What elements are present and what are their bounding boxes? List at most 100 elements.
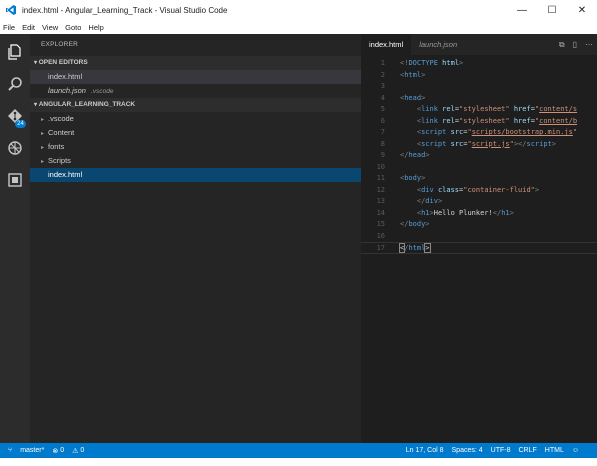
code-token: div <box>421 185 434 194</box>
cursor-position[interactable]: Ln 17, Col 8 <box>406 447 444 454</box>
line-ending[interactable]: CRLF <box>519 447 537 454</box>
project-folder-label: ANGULAR_LEARNING_TRACK <box>38 101 136 108</box>
chevron-right-icon: ▸ <box>41 117 45 123</box>
line-number: 9 <box>380 151 385 159</box>
code-line[interactable]: 5 <link rel="stylesheet" href="content/s <box>361 104 597 116</box>
line-number: 1 <box>380 59 385 67</box>
line-text: <head> <box>385 93 425 105</box>
git-branch[interactable]: master* <box>20 447 44 454</box>
open-editors-header[interactable]: ▾ OPEN EDITORS <box>30 56 361 70</box>
editor-tabs: index.html launch.json ⧉ ▯ ⋯ <box>361 34 597 55</box>
code-token: content/s <box>539 105 578 113</box>
tab-index-html[interactable]: index.html <box>361 34 412 55</box>
explorer-sidebar: EXPLORER ▾ OPEN EDITORS index.html launc… <box>30 34 361 443</box>
tree-file-index[interactable]: index.html <box>30 168 361 182</box>
chevron-right-icon: ▸ <box>41 131 45 137</box>
code-token: script <box>421 128 447 136</box>
indentation[interactable]: Spaces: 4 <box>452 447 483 454</box>
tree-folder-content[interactable]: ▸ Content <box>30 126 361 140</box>
split-editor-icon[interactable]: ⧉ <box>559 40 565 50</box>
status-bar: ⑂ master* ⊗ 0 ⚠ 0 Ln 17, Col 8 Spaces: 4… <box>0 443 597 458</box>
code-line[interactable]: 14 <h1>Hello Plunker!</h1> <box>361 208 597 220</box>
code-line[interactable]: 11 <body> <box>361 173 597 185</box>
language-mode[interactable]: HTML <box>545 447 564 454</box>
open-editor-item[interactable]: launch.json .vscode <box>30 84 361 98</box>
tree-item-label: .vscode <box>48 114 74 123</box>
code-line[interactable]: 6 <link rel="stylesheet" href="content/b <box>361 116 597 128</box>
code-line[interactable]: 9 </head> <box>361 150 597 162</box>
code-line[interactable]: 12 <div class="container-fluid"> <box>361 185 597 197</box>
code-line[interactable]: 13 </div> <box>361 196 597 208</box>
git-changes-badge: 24 <box>15 120 26 128</box>
tree-folder-vscode[interactable]: ▸ .vscode <box>30 112 361 126</box>
tree-folder-fonts[interactable]: ▸ fonts <box>30 140 361 154</box>
smiley-icon[interactable]: ☺ <box>572 447 579 454</box>
line-text <box>385 162 400 174</box>
code-line[interactable]: 16 <box>361 231 597 243</box>
line-text: <link rel="stylesheet" href="content/s <box>385 104 577 116</box>
code-token: h1 <box>501 208 510 217</box>
code-line[interactable]: 7 <script src="scripts/bootstrap.min.js" <box>361 127 597 139</box>
code-token: > <box>425 151 430 159</box>
code-line[interactable]: 8 <script src="script.js"></script> <box>361 139 597 151</box>
tab-launch-json[interactable]: launch.json <box>411 34 465 55</box>
git-activity[interactable]: 24 <box>0 100 30 132</box>
menu-file[interactable]: File <box>3 23 15 32</box>
close-button[interactable]: ✕ <box>567 5 597 16</box>
code-token: script.js <box>471 139 510 148</box>
code-token: "stylesheet" <box>459 116 510 125</box>
debug-activity[interactable] <box>0 132 30 164</box>
code-token: > <box>437 197 443 205</box>
chevron-right-icon: ▸ <box>41 145 45 151</box>
warning-count[interactable]: 0 <box>80 447 84 454</box>
menu-edit[interactable]: Edit <box>22 23 35 32</box>
code-token: html <box>404 70 422 79</box>
code-token: href <box>513 105 531 113</box>
git-branch-icon: ⑂ <box>8 447 13 454</box>
code-line[interactable]: 15 </body> <box>361 219 597 231</box>
code-editor[interactable]: 1 <!DOCTYPE html> 2 <html> 3 4 <head> 5 <link r… <box>361 55 597 254</box>
search-activity[interactable] <box>0 68 30 100</box>
code-line[interactable]: 4 <head> <box>361 93 597 105</box>
code-line[interactable]: 10 <box>361 162 597 174</box>
error-icon: ⊗ <box>52 447 59 455</box>
code-token: > <box>425 220 430 228</box>
line-number: 8 <box>380 139 385 148</box>
line-text: </div> <box>385 196 442 208</box>
explorer-activity[interactable] <box>0 36 30 68</box>
code-token: > <box>459 59 464 67</box>
extensions-activity[interactable] <box>0 164 30 196</box>
code-token: "container-fluid" <box>463 185 535 194</box>
line-number: 14 <box>376 208 385 217</box>
code-token: html <box>442 59 460 67</box>
code-line[interactable]: 2 <html> <box>361 70 597 82</box>
open-editors-label: OPEN EDITORS <box>38 59 88 66</box>
line-text: <h1>Hello Plunker!</h1> <box>385 208 514 220</box>
code-token: > <box>421 70 426 79</box>
menu-goto[interactable]: Goto <box>65 23 81 32</box>
code-token: DOCTYPE <box>408 59 438 67</box>
split-vertical-icon[interactable]: ▯ <box>573 40 577 49</box>
error-count[interactable]: 0 <box>60 447 64 454</box>
editor-area: index.html launch.json ⧉ ▯ ⋯ 1 <!DOCTYPE … <box>361 34 597 443</box>
minimize-button[interactable]: — <box>507 5 537 16</box>
line-number: 16 <box>376 231 385 240</box>
project-folder-header[interactable]: ▾ ANGULAR_LEARNING_TRACK <box>30 98 361 112</box>
code-line[interactable]: 17 </html> <box>361 242 597 254</box>
line-number: 3 <box>380 82 385 90</box>
explorer-title: EXPLORER <box>41 41 79 48</box>
maximize-button[interactable]: ☐ <box>537 5 567 16</box>
menu-help[interactable]: Help <box>88 23 103 32</box>
code-line[interactable]: 1 <!DOCTYPE html> <box>361 58 597 70</box>
code-line[interactable]: 3 <box>361 81 597 93</box>
menu-view[interactable]: View <box>42 23 58 32</box>
vscode-logo-icon <box>6 5 16 15</box>
code-token: head <box>404 93 422 102</box>
tree-folder-scripts[interactable]: ▸ Scripts <box>30 154 361 168</box>
open-editor-item[interactable]: index.html <box>30 70 361 84</box>
encoding[interactable]: UTF-8 <box>491 447 511 454</box>
more-actions-icon[interactable]: ⋯ <box>585 40 593 49</box>
code-token: Hello Plunker! <box>433 208 493 217</box>
